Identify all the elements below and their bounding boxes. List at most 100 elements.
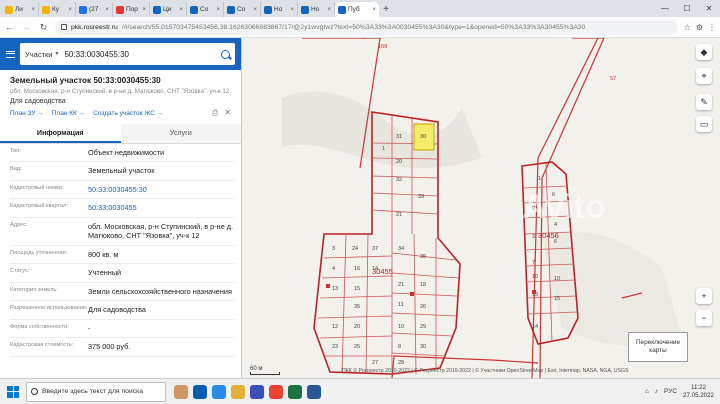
browser-tab[interactable]: Ку × [39,2,76,17]
svg-text:30: 30 [420,134,426,140]
browser-tab[interactable]: Но × [298,2,335,17]
object-purpose: Для садоводства [10,98,66,105]
tab-close-icon[interactable]: × [327,7,331,13]
svg-text:20: 20 [354,324,360,330]
tab-close-icon[interactable]: × [253,7,257,13]
tab-favicon-icon [79,5,87,14]
tab-favicon-icon [190,5,198,14]
excel-icon[interactable] [288,384,302,399]
svg-text:16: 16 [354,266,360,272]
tab-close-icon[interactable]: × [372,7,376,13]
map-switch-button[interactable]: Переключение карты [628,332,688,362]
clock[interactable]: 11:22 27.05.2022 [683,384,714,400]
taskbar-apps [174,384,321,399]
attribute-row: Площадь уточненная: 800 кв. м [10,246,235,265]
tab-favicon-icon [264,5,272,14]
extensions-icon[interactable]: ⚙ [696,23,703,32]
svg-text:8: 8 [398,344,401,350]
tab-information[interactable]: Информация [0,124,121,143]
language-indicator[interactable]: РУС [664,388,677,395]
word-icon[interactable] [307,384,321,399]
browser-tab[interactable]: Со × [187,2,224,17]
svg-text:20: 20 [396,159,402,165]
svg-text:1: 1 [538,176,541,182]
menu-icon[interactable]: ⋮ [708,23,716,32]
search-field[interactable]: Участки ▼ 50:33:0030455:30 [20,43,235,65]
browser-tab[interactable]: Со × [224,2,261,17]
object-links: План ЗУ → План КК → Создать участок ЖС →… [10,108,231,118]
tab-favicon-icon [301,5,309,14]
window-controls: — ☐ ✕ [654,0,720,17]
zoom-out-icon[interactable]: − [696,310,712,326]
browser-tab[interactable]: Ли × [2,2,39,17]
browser-tab[interactable]: Пор × [113,2,150,17]
cadastral-map[interactable]: 31 30 1 20 32 33 21 3 24 37 4 16 14 34 36 13 15 2… [242,38,720,378]
tab-close-icon[interactable]: × [290,7,294,13]
network-icon[interactable]: ⌂ [645,388,649,395]
layers-icon[interactable]: ◆ [696,44,712,60]
search-bar: Участки ▼ 50:33:0030455:30 [0,38,241,70]
close-window-button[interactable]: ✕ [698,4,720,13]
svg-text:35: 35 [354,304,360,310]
svg-text:24: 24 [352,246,358,252]
clock-time: 11:22 [691,383,707,391]
volume-icon[interactable]: ♪ [655,388,658,395]
tab-label: Пор [126,6,138,13]
browser-tab[interactable]: Но × [261,2,298,17]
tab-close-icon[interactable]: × [216,7,220,13]
url-field[interactable]: pkk.rosreestr.ru/#/search/55.01570347545… [55,19,678,35]
search-icon[interactable] [221,49,230,59]
close-icon[interactable]: ✕ [224,108,231,118]
browser-tab[interactable]: Ци × [150,2,187,17]
locate-icon[interactable]: ⌖ [696,68,712,84]
back-button[interactable]: ← [4,22,15,32]
tab-services[interactable]: Услуги [120,124,241,143]
search-input[interactable]: 50:33:0030455:30 [64,50,216,59]
tab-favicon-icon [153,5,161,14]
print-icon[interactable]: ⎙ [212,108,218,118]
attribute-label: Кадастровый квартал: [10,203,68,210]
plan-zu-link[interactable]: План ЗУ → [10,110,44,117]
edge-icon[interactable] [212,384,226,399]
windows-start-icon[interactable] [4,383,22,401]
weather-icon[interactable] [174,384,188,399]
minimize-button[interactable]: — [654,4,676,13]
attribute-row: Кадастровый квартал: 50:33:0030455 [10,199,235,218]
tab-favicon-icon [42,5,50,14]
tab-close-icon[interactable]: × [68,7,72,13]
zoom-in-icon[interactable]: + [696,288,712,304]
tab-close-icon[interactable]: × [142,7,146,13]
taskbar-search[interactable]: Введите здесь текст для поиска [26,381,166,402]
explorer-icon[interactable] [231,384,245,399]
tools-icon[interactable]: ✎ [696,94,712,110]
tab-close-icon[interactable]: × [179,7,183,13]
area-label-169: 169 [378,44,387,50]
attribute-row: Форма собственности: - [10,320,235,339]
reload-button[interactable]: ↻ [38,22,49,33]
attribute-value[interactable]: 50:33:0030455:30 [88,185,235,194]
svg-text:26: 26 [420,304,426,310]
search-type-select[interactable]: Участки ▼ [25,50,59,59]
tab-close-icon[interactable]: × [105,7,109,13]
svg-text:15: 15 [554,296,560,302]
browser-tab[interactable]: Пуб × [335,2,379,17]
tab-close-icon[interactable]: × [31,7,35,13]
attribute-value[interactable]: 50:33:0030455 [88,203,235,212]
task-view-icon[interactable] [193,384,207,399]
new-tab-button[interactable]: + [379,2,393,17]
tab-label: Ку [52,6,60,13]
store-icon[interactable] [250,384,264,399]
ruler-icon[interactable]: ▭ [696,116,712,132]
attribute-label: Разрешенное использование: [10,305,88,312]
plan-kk-link[interactable]: План КК → [52,110,85,117]
star-icon[interactable]: ☆ [684,23,691,32]
chrome-icon[interactable] [269,384,283,399]
attribute-row: Категория земель: Земли сельскохозяйствен… [10,283,235,302]
forward-button[interactable]: → [21,22,32,32]
maximize-button[interactable]: ☐ [676,4,698,13]
tab-label: Со [200,6,209,13]
create-parcel-link[interactable]: Создать участок ЖС → [93,110,163,117]
address-bar: ← → ↻ pkk.rosreestr.ru/#/search/55.01570… [0,17,720,38]
browser-tab[interactable]: (27 × [76,2,113,17]
menu-burger-icon[interactable] [6,50,15,58]
